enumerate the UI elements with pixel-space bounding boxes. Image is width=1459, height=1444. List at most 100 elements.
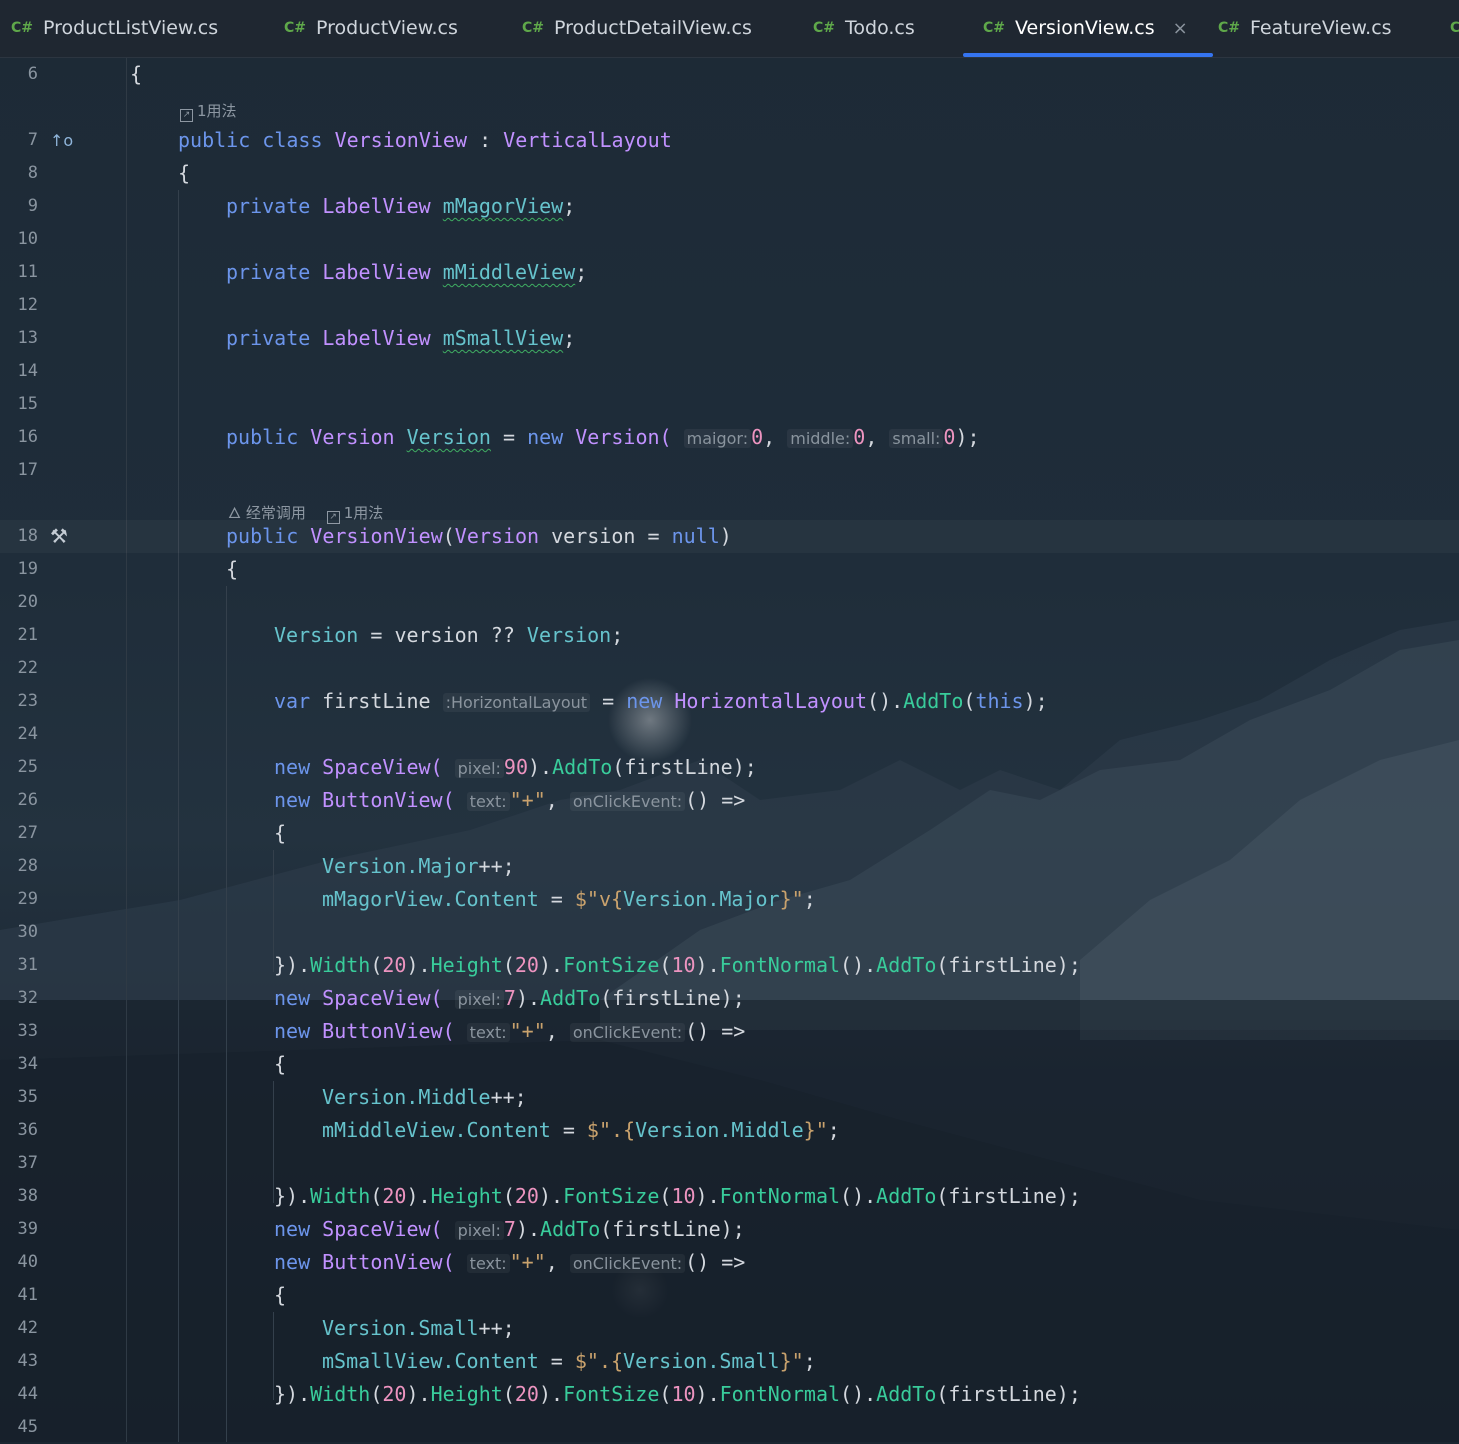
code-line[interactable]: 29 mMagorView.Content = $"v{Version.Major… <box>0 883 1459 916</box>
usage-hint[interactable]: 🜂 经常调用 ↗ 1用法 <box>228 496 383 524</box>
line-number: 36 <box>17 1120 38 1140</box>
code-line[interactable]: 28 Version.Major++; <box>0 850 1459 883</box>
tab-productdetailview[interactable]: C# ProductDetailView.cs <box>522 0 752 56</box>
code-token: mMagorView. <box>322 887 455 911</box>
code-token: this <box>975 689 1024 713</box>
tab-overflow[interactable]: C <box>1450 0 1459 56</box>
code-line[interactable]: 41 { <box>0 1279 1459 1312</box>
code-token: pixel: <box>454 759 504 778</box>
code-line[interactable]: 13 private LabelView mSmallView; <box>0 322 1459 355</box>
code-line[interactable]: 8{ <box>0 157 1459 190</box>
tab-featureview[interactable]: C# FeatureView.cs <box>1218 0 1392 56</box>
code-token: new <box>274 755 311 779</box>
tab-label: Todo.cs <box>845 17 915 39</box>
code-token: Version <box>274 623 359 647</box>
code-line[interactable]: 7 ↑o public class VersionView : VerticalLa… <box>0 124 1459 157</box>
code-text: new ButtonView( text: "+", onClickEvent:(… <box>274 1015 745 1049</box>
line-number: 34 <box>17 1054 38 1074</box>
code-token: private <box>226 326 311 350</box>
tab-todo[interactable]: C# Todo.cs <box>813 0 915 56</box>
code-line[interactable]: 37 <box>0 1147 1459 1180</box>
code-token: ( <box>659 953 672 977</box>
code-text: Version.Middle++; <box>322 1081 527 1114</box>
code-line[interactable]: 38}).Width(20).Height(20).FontSize(10).F… <box>0 1180 1459 1213</box>
code-token: (). <box>840 953 877 977</box>
code-token: FontSize <box>563 953 660 977</box>
code-line[interactable]: 44}).Width(20).Height(20).FontSize(10).F… <box>0 1378 1459 1411</box>
code-line[interactable]: 20 <box>0 586 1459 619</box>
code-token: Version <box>526 623 612 647</box>
code-line[interactable]: 40 new ButtonView( text: "+", onClickEvent… <box>0 1246 1459 1279</box>
code-line[interactable]: 32 new SpaceView( pixel: 7).AddTo(firstLin… <box>0 982 1459 1015</box>
code-line[interactable]: 24 <box>0 718 1459 751</box>
tab-productlistview[interactable]: C# ProductListView.cs <box>11 0 218 56</box>
code-line[interactable]: 11 private LabelView mMiddleView; <box>0 256 1459 289</box>
close-icon[interactable]: × <box>1173 18 1188 39</box>
code-editor[interactable]: ↗ 1用法 🜂 经常调用 ↗ 1用法 6{ 7 ↑o public class Versi… <box>0 58 1459 1442</box>
code-token: ). <box>538 1184 564 1208</box>
code-line[interactable]: 35 Version.Middle++; <box>0 1081 1459 1114</box>
code-line[interactable]: 22 <box>0 652 1459 685</box>
code-token: "+" <box>509 788 546 812</box>
line-number: 44 <box>17 1384 38 1404</box>
code-line[interactable]: 18 ⚒ public VersionView(Version version = … <box>0 520 1459 553</box>
code-line[interactable]: 31}).Width(20).Height(20).FontSize(10).F… <box>0 949 1459 982</box>
code-token: = <box>602 689 615 713</box>
implemented-icon[interactable]: ↑o <box>50 124 73 157</box>
code-line[interactable]: 17 <box>0 454 1459 487</box>
code-line[interactable]: 10 <box>0 223 1459 256</box>
code-text: { <box>274 1279 286 1312</box>
code-line[interactable]: 16 public Version Version = new Version( … <box>0 421 1459 454</box>
code-token: Version. <box>623 887 720 911</box>
code-line[interactable]: 36 mMiddleView.Content = $".{Version.Midd… <box>0 1114 1459 1147</box>
code-line[interactable]: 14 <box>0 355 1459 388</box>
code-token: private <box>226 194 311 218</box>
code-token: small: <box>889 429 944 448</box>
code-token: AddTo <box>552 755 613 779</box>
code-line[interactable]: 42 Version.Small++; <box>0 1312 1459 1345</box>
code-token: null <box>671 524 720 548</box>
code-line[interactable]: 6{ <box>0 58 1459 91</box>
code-token: mSmallView <box>442 326 564 350</box>
code-token: ). <box>695 1184 720 1208</box>
code-line[interactable]: 30 <box>0 916 1459 949</box>
line-number: 21 <box>17 625 38 645</box>
code-line[interactable]: 19 { <box>0 553 1459 586</box>
code-token: FontSize <box>563 1184 660 1208</box>
code-token: ). <box>695 1382 720 1406</box>
code-token: = <box>370 623 383 647</box>
code-token: = <box>538 887 575 911</box>
code-line[interactable]: 25 new SpaceView( pixel: 90).AddTo(firstLi… <box>0 751 1459 784</box>
tab-productview[interactable]: C# ProductView.cs <box>284 0 458 56</box>
code-token: new <box>527 425 564 449</box>
tab-versionview[interactable]: C# VersionView.cs × <box>963 0 1213 57</box>
code-line[interactable]: 23 var firstLine :HorizontalLayout = new … <box>0 685 1459 718</box>
code-token: 10 <box>671 1382 696 1406</box>
code-token: }" <box>779 887 804 911</box>
code-text: Version.Small++; <box>322 1312 515 1345</box>
code-line[interactable]: 43 mSmallView.Content = $".{Version.Small… <box>0 1345 1459 1378</box>
csharp-icon: C# <box>522 20 545 36</box>
code-line[interactable]: 9 private LabelView mMagorView; <box>0 190 1459 223</box>
usage-hint[interactable]: ↗ 1用法 <box>180 100 237 122</box>
code-token: new <box>274 1019 311 1043</box>
code-token: ). <box>695 953 720 977</box>
code-text: new ButtonView( text: "+", onClickEvent:(… <box>274 1246 745 1280</box>
code-line[interactable]: 26 new ButtonView( text: "+", onClickEvent… <box>0 784 1459 817</box>
code-line[interactable]: 45 <box>0 1411 1459 1444</box>
code-line[interactable]: 12 <box>0 289 1459 322</box>
line-number: 11 <box>17 262 38 282</box>
code-token: var <box>274 689 311 713</box>
code-line[interactable]: 27 { <box>0 817 1459 850</box>
code-token: Version. <box>623 1349 720 1373</box>
code-line[interactable]: 39 new SpaceView( pixel: 7).AddTo(firstLin… <box>0 1213 1459 1246</box>
hammer-icon[interactable]: ⚒ <box>50 520 68 553</box>
code-token: ( <box>502 1184 515 1208</box>
line-number: 31 <box>17 955 38 975</box>
code-token: firstLine <box>322 689 431 713</box>
code-line[interactable]: 34 { <box>0 1048 1459 1081</box>
code-line[interactable]: 21 Version = version ?? Version; <box>0 619 1459 652</box>
csharp-icon: C# <box>11 20 34 36</box>
code-line[interactable]: 15 <box>0 388 1459 421</box>
code-line[interactable]: 33 new ButtonView( text: "+", onClickEvent… <box>0 1015 1459 1048</box>
